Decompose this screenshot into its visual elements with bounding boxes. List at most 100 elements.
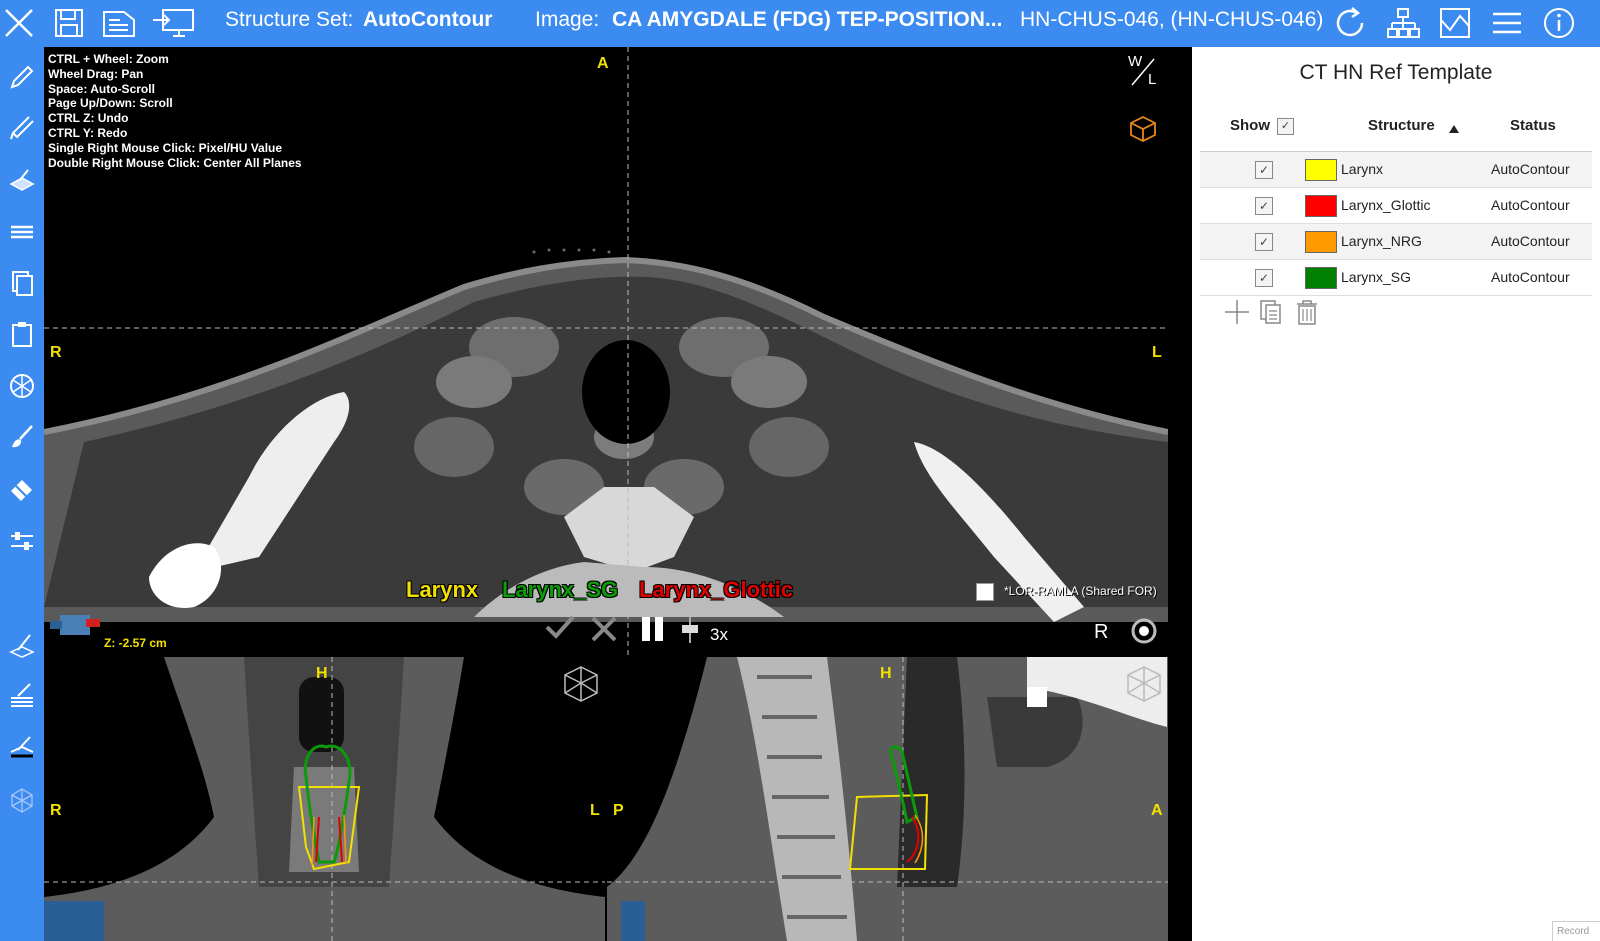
legend-larynx-sg: Larynx_SG <box>502 577 619 602</box>
orientation-left: L <box>590 802 600 819</box>
structure-row[interactable]: ✓ Larynx_Glottic AutoContour <box>1200 188 1592 224</box>
structure-status: AutoContour <box>1491 233 1570 249</box>
show-checkbox[interactable]: ✓ <box>1255 269 1273 287</box>
monitor-export-icon[interactable] <box>150 4 198 42</box>
z-position: Z: -2.57 cm <box>104 636 167 650</box>
structure-set-value[interactable]: AutoContour <box>363 8 492 32</box>
sagittal-ct-image[interactable] <box>607 657 1168 941</box>
color-swatch[interactable] <box>1305 267 1337 289</box>
close-icon[interactable] <box>0 4 38 42</box>
structure-status: AutoContour <box>1491 197 1570 213</box>
panel-title: CT HN Ref Template <box>1299 61 1493 84</box>
orientation-left: L <box>1152 344 1162 361</box>
copy-pages-icon[interactable] <box>4 265 40 301</box>
fill-layer-icon[interactable] <box>4 162 40 198</box>
structure-row[interactable]: ✓ Larynx_NRG AutoContour <box>1200 224 1592 260</box>
add-icon[interactable] <box>1222 297 1252 327</box>
show-checkbox[interactable]: ✓ <box>1255 233 1273 251</box>
image-viewer[interactable]: CTRL + Wheel: Zoom Wheel Drag: Pan Space… <box>44 47 1192 941</box>
column-show[interactable]: Show <box>1230 117 1270 134</box>
color-swatch[interactable] <box>1305 195 1337 217</box>
footer-corner: Record <box>1552 921 1600 941</box>
sort-ascending-icon[interactable] <box>1448 121 1460 139</box>
overlay-checkbox[interactable] <box>976 583 994 601</box>
orientation-head: H <box>316 665 328 682</box>
structure-row[interactable]: ✓ Larynx_SG AutoContour <box>1200 260 1592 296</box>
overlay-label: *LOR-RAMLA (Shared FOR) <box>1004 584 1157 598</box>
brush-icon[interactable] <box>4 419 40 455</box>
cube-wire-icon[interactable] <box>562 665 600 708</box>
pencil-icon[interactable] <box>4 59 40 95</box>
cube-wire-icon[interactable] <box>4 782 40 818</box>
copy-icon[interactable] <box>1256 297 1286 327</box>
document-list-icon[interactable] <box>100 4 138 42</box>
orientation-right: R <box>50 802 62 819</box>
cube-3d-icon[interactable] <box>1128 114 1158 149</box>
grid-sphere-icon[interactable] <box>4 368 40 404</box>
column-structure[interactable]: Structure <box>1368 117 1435 134</box>
sliders-icon[interactable] <box>4 523 40 559</box>
structure-row[interactable]: ✓ Larynx AutoContour <box>1200 152 1592 188</box>
orientation-posterior: P <box>613 802 624 819</box>
paste-icon[interactable] <box>4 316 40 352</box>
structure-set-label: Structure Set: <box>225 8 354 31</box>
orientation-anterior: A <box>1151 802 1163 819</box>
color-swatch[interactable] <box>1305 231 1337 253</box>
window-level-icon[interactable]: W L <box>1126 53 1160 89</box>
orientation-head: H <box>880 665 892 682</box>
axial-view[interactable]: CTRL + Wheel: Zoom Wheel Drag: Pan Space… <box>44 47 1168 655</box>
legend-larynx-glottic: Larynx_Glottic <box>639 577 794 602</box>
layers-icon[interactable] <box>4 213 40 249</box>
info-icon[interactable] <box>1540 4 1578 42</box>
save-icon[interactable] <box>50 4 88 42</box>
speed-slider-icon[interactable] <box>678 615 702 650</box>
help-line: Double Right Mouse Click: Center All Pla… <box>48 155 302 170</box>
image-value[interactable]: CA AMYGDALE (FDG) TEP-POSITION... <box>612 8 1002 32</box>
structure-status: AutoContour <box>1491 269 1570 285</box>
show-all-checkbox[interactable]: ✓ <box>1277 118 1294 135</box>
help-line: Single Right Mouse Click: Pixel/HU Value <box>48 140 283 155</box>
orientation-mini-icon <box>48 609 106 646</box>
eraser-icon[interactable] <box>4 471 40 507</box>
draw-stack-icon[interactable] <box>4 678 40 714</box>
top-toolbar: Structure Set: AutoContour Image: CA AMY… <box>0 0 1600 47</box>
structure-panel: CT HN Ref Template Show ✓ Structure Stat… <box>1192 47 1600 941</box>
orientation-anterior: A <box>597 55 609 72</box>
help-line: Wheel Drag: Pan <box>48 66 144 81</box>
structure-name: Larynx_NRG <box>1341 233 1422 249</box>
image-window-icon[interactable] <box>1436 4 1474 42</box>
draw-base-icon[interactable] <box>4 730 40 766</box>
accept-check-icon[interactable] <box>544 613 576 646</box>
coronal-ct-image[interactable] <box>44 657 605 941</box>
draw-layer-icon[interactable] <box>4 627 40 663</box>
structure-name: Larynx_SG <box>1341 269 1412 285</box>
menu-icon[interactable] <box>1488 4 1526 42</box>
patient-id: HN-CHUS-046, (HN-CHUS-046) <box>1020 8 1324 31</box>
help-line: CTRL Y: Redo <box>48 125 128 140</box>
help-line: Space: Auto-Scroll <box>48 81 155 96</box>
help-line: CTRL Z: Undo <box>48 111 129 126</box>
show-checkbox[interactable]: ✓ <box>1255 161 1273 179</box>
help-line: Page Up/Down: Scroll <box>48 96 173 111</box>
pen-icon[interactable] <box>4 110 40 146</box>
cube-wire-icon[interactable] <box>1125 665 1163 708</box>
structure-status: AutoContour <box>1491 161 1570 177</box>
orientation-right: R <box>50 344 62 361</box>
tool-sidebar <box>0 47 44 941</box>
help-line: CTRL + Wheel: Zoom <box>48 52 169 66</box>
rotate-view-icon[interactable] <box>1128 615 1160 652</box>
pause-icon[interactable] <box>640 615 666 648</box>
speed-label: 3x <box>710 625 728 644</box>
hierarchy-icon[interactable] <box>1384 4 1422 42</box>
refresh-icon[interactable] <box>1331 4 1369 42</box>
show-checkbox[interactable]: ✓ <box>1255 197 1273 215</box>
color-swatch[interactable] <box>1305 159 1337 181</box>
trash-icon[interactable] <box>1292 297 1322 327</box>
structure-name: Larynx <box>1341 161 1384 177</box>
reject-x-icon[interactable] <box>590 615 618 648</box>
legend-larynx: Larynx <box>406 577 479 602</box>
column-status[interactable]: Status <box>1510 117 1556 134</box>
image-label: Image: <box>535 8 600 31</box>
coronal-view[interactable]: H R L <box>44 657 605 941</box>
sagittal-view[interactable]: H P A <box>607 657 1168 941</box>
